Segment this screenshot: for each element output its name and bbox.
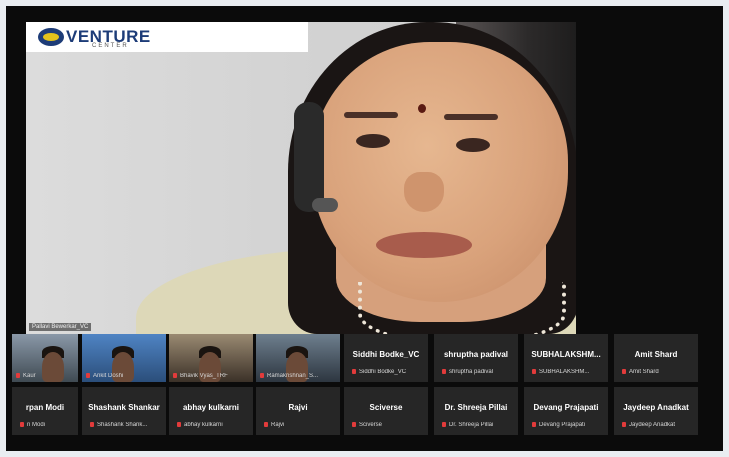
participant-footer-name: Shashank Shank... — [97, 422, 148, 428]
participant-footer-name: Dr. Shreeja Pillai — [449, 422, 494, 428]
participant-footer-name: Siddhi Bodke_VC — [359, 369, 407, 375]
participant-tile[interactable]: SUBHALAKSHM... SUBHALAKSHM... — [524, 334, 608, 382]
participant-tile[interactable]: Ankit Doshi — [82, 334, 166, 382]
speaker-name-label: Pallavi Bewerkar_VC — [29, 323, 92, 331]
participant-footer-name: Rajvi — [271, 422, 285, 428]
headset-icon — [294, 102, 324, 212]
muted-mic-icon — [20, 421, 24, 427]
participant-footer-name: Ramakrishnan_S... — [267, 373, 319, 379]
participant-tile[interactable]: Shashank Shankar Shashank Shank... — [82, 387, 166, 435]
muted-mic-icon — [442, 421, 446, 427]
participant-name: Devang Prajapati — [533, 403, 599, 412]
participant-tile[interactable]: Devang Prajapati Devang Prajapati — [524, 387, 608, 435]
participant-name: Rajvi — [288, 403, 308, 412]
participant-footer-name: Jaydeep Anadkat — [629, 422, 676, 428]
participant-footer-name: shruptha padival — [449, 369, 494, 375]
participant-name: Dr. Shreeja Pillai — [444, 403, 508, 412]
muted-mic-icon — [352, 368, 356, 374]
meeting-window: VENTURE CENTER Pallavi Bewerkar_VC Kaur A… — [6, 6, 723, 451]
participant-name: Sciverse — [369, 403, 403, 412]
muted-mic-icon — [532, 368, 536, 374]
speaker-lips — [376, 232, 472, 258]
participant-gallery: Kaur Ankit Doshi Bhavik Vyas_TRF Ramakrishn… — [10, 332, 700, 442]
participant-name: Amit Shard — [634, 350, 678, 359]
participant-footer-name: Ankit Doshi — [93, 373, 124, 379]
participant-tile[interactable]: Jaydeep Anadkat Jaydeep Anadkat — [614, 387, 698, 435]
participant-name: rpan Modi — [25, 403, 65, 412]
speaker-face — [312, 42, 568, 302]
participant-name: abhay kulkarni — [182, 403, 240, 412]
muted-mic-icon — [260, 372, 264, 378]
participant-footer: SUBHALAKSHM... — [532, 368, 590, 375]
participant-tile[interactable]: Bhavik Vyas_TRF — [169, 334, 253, 382]
participant-footer: Shashank Shank... — [90, 421, 148, 428]
participant-footer: Amit Shard — [622, 368, 659, 375]
participant-footer: Jaydeep Anadkat — [622, 421, 676, 428]
participant-figure — [42, 352, 64, 382]
active-speaker-video[interactable]: VENTURE CENTER Pallavi Bewerkar_VC — [26, 22, 576, 334]
muted-mic-icon — [622, 368, 626, 374]
participant-footer: Dr. Shreeja Pillai — [442, 421, 494, 428]
speaker-necklace — [358, 282, 566, 334]
muted-mic-icon — [264, 421, 268, 427]
participant-footer-name: Kaur — [23, 373, 36, 379]
participant-tile[interactable]: abhay kulkarni abhay kulkarni — [169, 387, 253, 435]
participant-footer: n Modi — [20, 421, 46, 428]
venture-center-logo: VENTURE CENTER — [26, 22, 308, 52]
participant-footer: abhay kulkarni — [177, 421, 223, 428]
participant-tile[interactable]: Siddhi Bodke_VC Siddhi Bodke_VC — [344, 334, 428, 382]
headset-mic-icon — [312, 198, 338, 212]
participant-tile[interactable]: Kaur — [12, 334, 78, 382]
participant-tile[interactable]: shruptha padival shruptha padival — [434, 334, 518, 382]
participant-footer: Bhavik Vyas_TRF — [173, 372, 228, 379]
participant-tile[interactable]: rpan Modi n Modi — [12, 387, 78, 435]
logo-subtext: CENTER — [92, 43, 129, 49]
logo-icon — [38, 28, 64, 46]
participant-name: Shashank Shankar — [88, 403, 160, 412]
participant-footer: Rajvi — [264, 421, 285, 428]
participant-name: Jaydeep Anadkat — [623, 403, 689, 412]
participant-name: shruptha padival — [443, 350, 508, 359]
speaker-nose — [404, 172, 444, 212]
muted-mic-icon — [532, 421, 536, 427]
participant-footer-name: Amit Shard — [629, 369, 659, 375]
participant-footer: Sciverse — [352, 421, 383, 428]
muted-mic-icon — [16, 372, 20, 378]
speaker-eyebrow — [444, 114, 498, 120]
muted-mic-icon — [622, 421, 626, 427]
participant-footer: shruptha padival — [442, 368, 494, 375]
participant-footer-name: Bhavik Vyas_TRF — [180, 373, 228, 379]
participant-tile[interactable]: Rajvi Rajvi — [256, 387, 340, 435]
participant-footer-name: SUBHALAKSHM... — [539, 369, 590, 375]
participant-footer-name: n Modi — [27, 422, 46, 428]
participant-footer-name: Devang Prajapati — [539, 422, 586, 428]
speaker-eye — [356, 134, 390, 148]
muted-mic-icon — [177, 421, 181, 427]
participant-footer-name: Sciverse — [359, 422, 383, 428]
participant-footer: Ankit Doshi — [86, 372, 124, 379]
participant-footer: Devang Prajapati — [532, 421, 586, 428]
participant-footer: Siddhi Bodke_VC — [352, 368, 407, 375]
participant-tile[interactable]: Ramakrishnan_S... — [256, 334, 340, 382]
muted-mic-icon — [86, 372, 90, 378]
muted-mic-icon — [173, 372, 177, 378]
participant-footer-name: abhay kulkarni — [184, 422, 223, 428]
participant-footer: Kaur — [16, 372, 36, 379]
muted-mic-icon — [442, 368, 446, 374]
speaker-eye — [456, 138, 490, 152]
participant-tile[interactable]: Amit Shard Amit Shard — [614, 334, 698, 382]
participant-name: SUBHALAKSHM... — [531, 350, 601, 359]
muted-mic-icon — [90, 421, 94, 427]
speaker-eyebrow — [344, 112, 398, 118]
participant-footer: Ramakrishnan_S... — [260, 372, 319, 379]
participant-tile[interactable]: Sciverse Sciverse — [344, 387, 428, 435]
participant-tile[interactable]: Dr. Shreeja Pillai Dr. Shreeja Pillai — [434, 387, 518, 435]
speaker-bindi — [418, 104, 426, 113]
participant-name: Siddhi Bodke_VC — [352, 350, 420, 359]
muted-mic-icon — [352, 421, 356, 427]
